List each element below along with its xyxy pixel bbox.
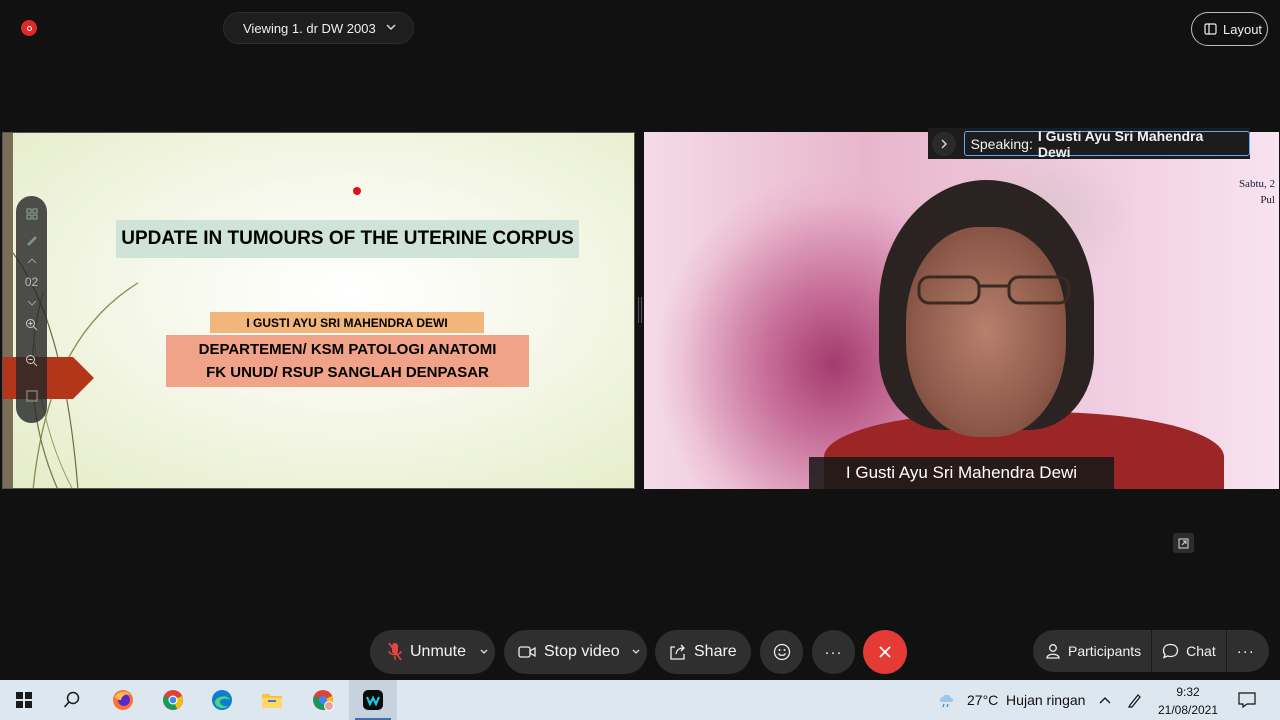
chevron-down-icon bbox=[480, 649, 488, 654]
viewing-label: Viewing 1. dr DW 2003 bbox=[243, 20, 376, 36]
clock-time: 9:32 bbox=[1176, 685, 1200, 699]
viewing-dropdown[interactable]: Viewing 1. dr DW 2003 bbox=[223, 12, 414, 44]
smiley-icon bbox=[773, 643, 790, 661]
notifications-button[interactable] bbox=[1238, 680, 1256, 720]
chevron-down-icon bbox=[632, 649, 640, 654]
participants-button[interactable]: Participants bbox=[1033, 630, 1151, 672]
participants-label: Participants bbox=[1068, 643, 1142, 659]
speaker-video: Sabtu, 2 Pul I Gusti Ayu Sri Mahendra De… bbox=[644, 132, 1279, 489]
audio-options-dropdown[interactable] bbox=[473, 630, 495, 674]
share-icon bbox=[670, 644, 685, 660]
slide-title: UPDATE IN TUMOURS OF THE UTERINE CORPUS bbox=[116, 220, 579, 258]
grid-view-icon[interactable] bbox=[22, 204, 42, 224]
chat-button[interactable]: Chat bbox=[1152, 630, 1226, 672]
speaker-face bbox=[906, 227, 1066, 437]
chevron-down-icon bbox=[386, 24, 396, 30]
chrome-icon bbox=[163, 690, 183, 710]
folder-icon bbox=[262, 694, 282, 708]
taskbar-file-explorer[interactable] bbox=[248, 680, 296, 720]
pop-out-icon bbox=[1178, 538, 1189, 548]
taskbar-search-button[interactable] bbox=[48, 680, 96, 720]
panel-buttons: Participants Chat ··· bbox=[1033, 630, 1269, 672]
weather-label: 27°C Hujan ringan bbox=[967, 692, 1086, 708]
panel-more-button[interactable]: ··· bbox=[1227, 630, 1265, 672]
clock-date: 21/08/2021 bbox=[1157, 703, 1219, 717]
pen-workspace-button[interactable] bbox=[1127, 680, 1143, 720]
microphone-muted-icon bbox=[388, 642, 402, 661]
slide-left-bar bbox=[3, 133, 13, 488]
pop-out-button[interactable] bbox=[1173, 533, 1194, 553]
notification-icon bbox=[1238, 692, 1256, 708]
unmute-button[interactable]: Unmute bbox=[370, 630, 495, 674]
slide-dept-line1: DEPARTEMEN/ KSM PATOLOGI ANATOMI bbox=[198, 341, 497, 358]
person-icon bbox=[1046, 644, 1060, 659]
share-button[interactable]: Share bbox=[655, 630, 751, 674]
tray-overflow-button[interactable] bbox=[1098, 680, 1112, 720]
chat-bubble-icon bbox=[1163, 643, 1179, 659]
video-options-dropdown[interactable] bbox=[625, 630, 647, 674]
layout-button[interactable]: Layout bbox=[1191, 12, 1268, 46]
page-down-icon[interactable] bbox=[22, 298, 42, 308]
edge-icon bbox=[212, 690, 232, 710]
layout-label: Layout bbox=[1223, 21, 1263, 37]
zoom-out-icon[interactable] bbox=[22, 350, 42, 370]
slide-author: I GUSTI AYU SRI MAHENDRA DEWI bbox=[210, 312, 484, 333]
webex-icon bbox=[363, 690, 383, 710]
unmute-label: Unmute bbox=[410, 643, 467, 660]
panel-more-icon: ··· bbox=[1236, 642, 1255, 660]
split-view-divider[interactable] bbox=[638, 297, 642, 323]
video-background-text-line1: Sabtu, 2 bbox=[1238, 178, 1275, 190]
speaking-indicator: Speaking: I Gusti Ayu Sri Mahendra Dewi bbox=[928, 128, 1250, 160]
annotate-icon[interactable] bbox=[22, 230, 42, 250]
windows-logo-icon bbox=[16, 692, 32, 708]
reactions-button[interactable] bbox=[760, 630, 803, 674]
weather-widget[interactable]: 27°C Hujan ringan bbox=[937, 680, 1085, 720]
speaking-prefix: Speaking: bbox=[970, 135, 1033, 152]
laser-pointer bbox=[353, 187, 361, 195]
stop-video-label: Stop video bbox=[544, 643, 620, 660]
stop-video-button[interactable]: Stop video bbox=[504, 630, 647, 674]
video-background-text-line2: Pul bbox=[1260, 194, 1275, 206]
search-icon bbox=[63, 691, 80, 708]
share-label: Share bbox=[694, 643, 737, 660]
close-icon bbox=[879, 646, 891, 658]
shared-slide: UPDATE IN TUMOURS OF THE UTERINE CORPUS … bbox=[2, 132, 635, 489]
taskbar-chrome-profile[interactable] bbox=[299, 680, 347, 720]
slide-control-toolbar: 02 bbox=[16, 196, 47, 423]
zoom-in-icon[interactable] bbox=[22, 314, 42, 334]
firefox-icon bbox=[113, 690, 133, 710]
taskbar-firefox[interactable] bbox=[99, 680, 147, 720]
taskbar-edge[interactable] bbox=[198, 680, 246, 720]
chrome-profile-icon bbox=[313, 690, 334, 711]
leave-meeting-button[interactable] bbox=[863, 630, 907, 674]
speaker-name-tag: I Gusti Ayu Sri Mahendra Dewi bbox=[809, 457, 1114, 489]
page-up-icon[interactable] bbox=[22, 256, 42, 266]
layout-icon bbox=[1204, 23, 1217, 35]
chevron-right-icon bbox=[941, 139, 947, 148]
weather-rain-icon bbox=[939, 694, 954, 708]
pen-icon bbox=[1128, 694, 1141, 708]
more-label: ··· bbox=[824, 643, 843, 661]
chat-label: Chat bbox=[1186, 643, 1216, 659]
speaking-name: I Gusti Ayu Sri Mahendra Dewi bbox=[1037, 127, 1204, 160]
fit-screen-icon[interactable] bbox=[22, 386, 42, 406]
taskbar-chrome[interactable] bbox=[149, 680, 197, 720]
slide-dept-line2: FK UNUD/ RSUP SANGLAH DENPASAR bbox=[206, 364, 489, 381]
video-camera-icon bbox=[518, 646, 536, 658]
recording-indicator-icon[interactable] bbox=[21, 20, 37, 36]
start-button[interactable] bbox=[0, 680, 48, 720]
taskbar-webex[interactable] bbox=[349, 680, 397, 720]
meeting-window: Viewing 1. dr DW 2003 Layout UPDATE IN T… bbox=[0, 0, 1280, 680]
speaker-glasses bbox=[917, 275, 1071, 305]
page-number: 02 bbox=[24, 275, 39, 289]
taskbar-clock[interactable]: 9:32 21/08/2021 bbox=[1152, 683, 1224, 719]
speaking-label-box: Speaking: I Gusti Ayu Sri Mahendra Dewi bbox=[963, 128, 1250, 160]
chevron-up-icon bbox=[1099, 697, 1111, 704]
more-options-button[interactable]: ··· bbox=[812, 630, 855, 674]
speaking-expand-button[interactable] bbox=[932, 131, 956, 156]
slide-department: DEPARTEMEN/ KSM PATOLOGI ANATOMI FK UNUD… bbox=[166, 335, 529, 387]
